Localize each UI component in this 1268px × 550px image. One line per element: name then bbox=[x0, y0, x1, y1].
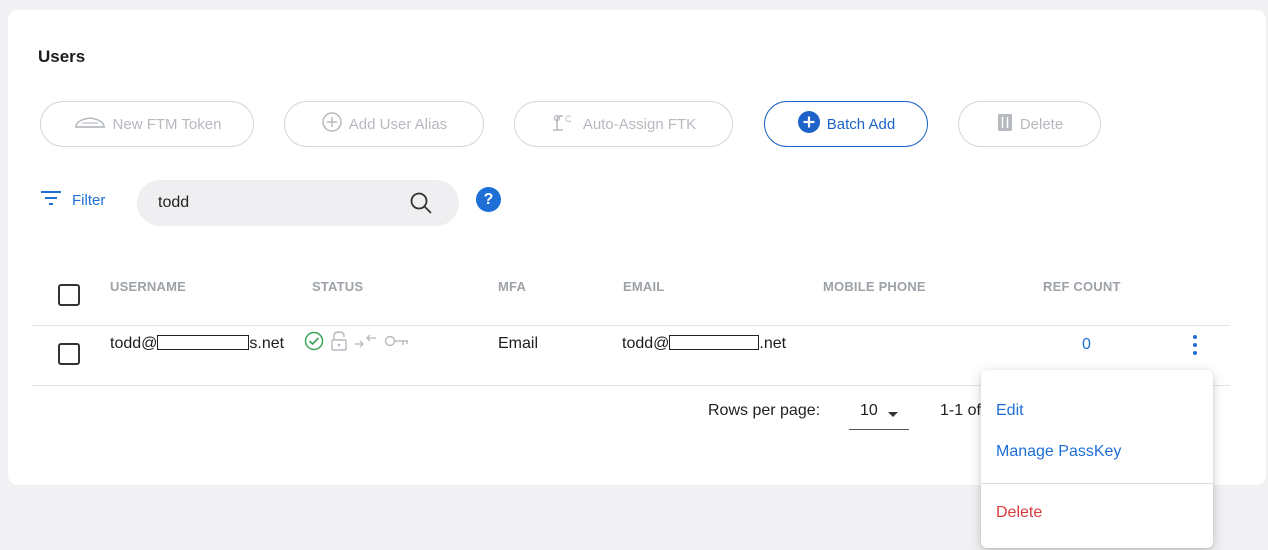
divider bbox=[32, 325, 1230, 326]
lock-open-icon bbox=[330, 330, 348, 357]
column-header-ref-count[interactable]: REF COUNT bbox=[1043, 279, 1121, 294]
batch-add-button[interactable]: Batch Add bbox=[764, 101, 928, 147]
check-circle-icon bbox=[304, 331, 324, 356]
select-all-checkbox[interactable] bbox=[58, 284, 80, 306]
search-box bbox=[137, 180, 459, 226]
filter-button[interactable]: Filter bbox=[40, 190, 105, 210]
username-suffix: s.net bbox=[249, 335, 285, 352]
arrows-icon bbox=[354, 332, 378, 355]
email-prefix: todd@ bbox=[622, 335, 670, 352]
column-header-mobile-phone[interactable]: MOBILE PHONE bbox=[823, 279, 926, 294]
more-actions-icon[interactable] bbox=[1187, 335, 1203, 357]
batch-add-label: Batch Add bbox=[826, 115, 896, 133]
username-prefix: todd@ bbox=[110, 335, 158, 352]
delete-label: Delete bbox=[1019, 115, 1064, 133]
auto-assign-icon: C bbox=[551, 112, 577, 136]
auto-assign-ftk-label: Auto-Assign FTK bbox=[582, 115, 697, 133]
rows-per-page-value: 10 bbox=[860, 402, 878, 419]
add-user-alias-label: Add User Alias bbox=[348, 115, 448, 133]
redacted-block bbox=[669, 335, 760, 350]
page-title: Users bbox=[38, 47, 86, 66]
new-ftm-token-button[interactable]: New FTM Token bbox=[40, 101, 254, 147]
help-icon[interactable]: ? bbox=[476, 187, 501, 212]
pagination-range: 1-1 of bbox=[940, 402, 981, 419]
redacted-block bbox=[157, 335, 250, 350]
rows-per-page-label: Rows per page: bbox=[708, 402, 821, 419]
token-icon bbox=[73, 113, 107, 135]
column-header-mfa[interactable]: MFA bbox=[498, 279, 526, 294]
email-cell: todd@ .net bbox=[622, 335, 786, 353]
svg-text:C: C bbox=[565, 114, 572, 124]
row-checkbox[interactable] bbox=[58, 343, 80, 365]
rows-per-page-select[interactable]: 10 bbox=[849, 402, 909, 430]
mfa-cell: Email bbox=[498, 335, 539, 352]
add-circle-icon bbox=[321, 111, 343, 137]
add-user-alias-button[interactable]: Add User Alias bbox=[284, 101, 484, 147]
column-header-status[interactable]: STATUS bbox=[312, 279, 363, 294]
trash-icon bbox=[996, 112, 1014, 136]
username-cell: todd@ s.net bbox=[110, 335, 284, 353]
auto-assign-ftk-button[interactable]: C Auto-Assign FTK bbox=[514, 101, 733, 147]
column-header-username[interactable]: USERNAME bbox=[110, 279, 186, 294]
email-suffix: .net bbox=[759, 335, 787, 352]
filter-icon bbox=[40, 190, 62, 210]
menu-item-delete[interactable]: Delete bbox=[996, 504, 1042, 522]
new-ftm-token-label: New FTM Token bbox=[112, 115, 222, 133]
menu-item-edit[interactable]: Edit bbox=[996, 402, 1024, 420]
caret-down-icon bbox=[887, 406, 899, 424]
row-context-menu: Edit Manage PassKey Delete bbox=[981, 370, 1213, 548]
menu-item-manage-passkey[interactable]: Manage PassKey bbox=[996, 443, 1121, 461]
ref-count-link[interactable]: 0 bbox=[1082, 336, 1091, 354]
search-icon[interactable] bbox=[409, 191, 433, 220]
key-icon bbox=[384, 333, 410, 354]
search-input[interactable] bbox=[158, 194, 388, 212]
menu-divider bbox=[981, 483, 1213, 484]
filter-label: Filter bbox=[72, 191, 106, 209]
plus-circle-icon bbox=[797, 110, 821, 138]
delete-button[interactable]: Delete bbox=[958, 101, 1101, 147]
column-header-email[interactable]: EMAIL bbox=[623, 279, 664, 294]
status-cell bbox=[304, 330, 410, 357]
